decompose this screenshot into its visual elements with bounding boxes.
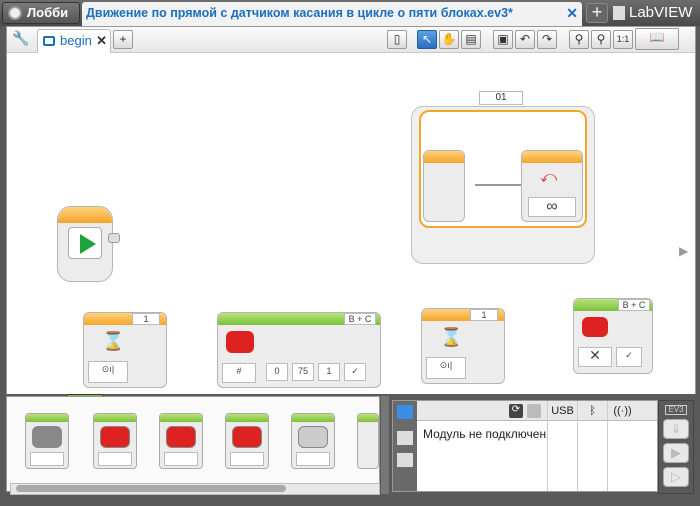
wait-block-2[interactable]: 1 ⌛ ⊙ı| bbox=[421, 308, 505, 384]
tab-begin[interactable]: begin ✕ bbox=[37, 29, 111, 53]
move-steering-block-2[interactable]: B + C ✕ ✓ bbox=[573, 298, 653, 374]
loop-wire bbox=[475, 184, 523, 186]
wait-block-1-mode[interactable]: ⊙ı| bbox=[88, 361, 128, 383]
move-block-1-mode[interactable]: # bbox=[222, 363, 256, 383]
brick-status: Модуль не подключен bbox=[423, 427, 547, 441]
palette-scroll-thumb[interactable] bbox=[16, 485, 286, 492]
palette-move-steering[interactable] bbox=[159, 413, 203, 469]
wait-block-2-port[interactable]: 1 bbox=[470, 309, 498, 321]
lobby-button[interactable]: Лобби bbox=[2, 2, 80, 24]
comment-tool-icon[interactable]: ▤ bbox=[461, 30, 481, 49]
move-block-2-ports[interactable]: B + C bbox=[618, 299, 650, 311]
palette-medium-motor[interactable] bbox=[25, 413, 69, 469]
logo-text: LabVIEW bbox=[629, 4, 693, 21]
play-icon bbox=[80, 234, 96, 254]
wifi-icon: ((·)) bbox=[613, 405, 632, 417]
power-value[interactable]: 75 bbox=[292, 363, 314, 381]
brake-checkbox[interactable]: ✓ bbox=[344, 363, 366, 381]
save-icon[interactable]: ▣ bbox=[493, 30, 513, 49]
bluetooth-column: ᛒ bbox=[577, 401, 607, 491]
tab-begin-label: begin bbox=[60, 33, 92, 48]
palette-move-tank[interactable] bbox=[225, 413, 269, 469]
refresh-icon[interactable]: ⟳ bbox=[509, 404, 523, 418]
connect-icon[interactable] bbox=[527, 404, 541, 418]
block-palette bbox=[6, 396, 380, 492]
wifi-column: ((·)) bbox=[607, 401, 637, 491]
ev3-window: Лобби Движение по прямой с датчиком каса… bbox=[0, 0, 700, 506]
rotations-value[interactable]: 1 bbox=[318, 363, 340, 381]
panel-splitter[interactable] bbox=[381, 396, 389, 494]
brake-checkbox[interactable]: ✓ bbox=[616, 347, 642, 367]
move-block-2-mode[interactable]: ✕ bbox=[578, 347, 612, 367]
start-play-button[interactable] bbox=[68, 227, 102, 259]
loop-interrupt-icon: ⤺ bbox=[540, 169, 558, 186]
undo-icon[interactable]: ↶ bbox=[515, 30, 535, 49]
run-selected-icon[interactable]: ▷ bbox=[663, 467, 689, 487]
hardware-page: ⟳ USB ᛒ ((·)) Модуль не подключен bbox=[392, 400, 658, 492]
scroll-right-icon[interactable]: ▶ bbox=[679, 244, 688, 258]
sequence-plug[interactable] bbox=[108, 233, 120, 243]
content-editor-book-icon[interactable]: 📖 bbox=[635, 28, 679, 50]
loop-mode-selector[interactable]: ∞ bbox=[528, 197, 576, 217]
loop-counter: 01 bbox=[479, 91, 523, 105]
loop-entry-header bbox=[424, 151, 464, 163]
start-block[interactable] bbox=[57, 206, 120, 282]
close-tab-icon[interactable]: ✕ bbox=[96, 30, 107, 52]
program-icon bbox=[43, 36, 55, 46]
program-toolbar: 🔧 begin ✕ + ▯ ↖ ✋ ▤ ▣ ↶ ↷ ⚲ ⚲ 1:1 📖 bbox=[7, 27, 695, 53]
project-title: Движение по прямой с датчиком касания в … bbox=[86, 6, 513, 20]
redo-icon[interactable]: ↷ bbox=[537, 30, 557, 49]
ni-logo-icon bbox=[613, 6, 625, 20]
start-block-header bbox=[58, 207, 112, 223]
motor-icon bbox=[582, 317, 608, 337]
wait-block-1-port[interactable]: 1 bbox=[132, 313, 160, 325]
hourglass-icon: ⌛ bbox=[102, 331, 125, 351]
download-run-icon[interactable]: ▶ bbox=[663, 443, 689, 463]
loop-condition-block[interactable]: ⤺ ∞ bbox=[521, 150, 583, 222]
program-canvas[interactable]: 01 ⤺ ∞ 1 ⌛ ⊙ı| B + C # 0 75 1 ✓ 1 ⌛ ⊙ı| … bbox=[7, 54, 695, 420]
loop-condition-header bbox=[522, 151, 582, 163]
ev3-label: EV3 bbox=[665, 405, 687, 415]
brick-info-icon[interactable] bbox=[397, 405, 413, 419]
zoom-reset-button[interactable]: 1:1 bbox=[613, 30, 633, 49]
content-editor-icon[interactable]: ▯ bbox=[387, 30, 407, 49]
wait-block-1[interactable]: 1 ⌛ ⊙ı| bbox=[83, 312, 167, 388]
labview-logo: LabVIEW bbox=[613, 3, 697, 23]
palette-large-motor[interactable] bbox=[93, 413, 137, 469]
download-icon[interactable]: ⇓ bbox=[663, 419, 689, 439]
close-project-icon[interactable]: ✕ bbox=[566, 2, 578, 24]
wait-block-2-mode[interactable]: ⊙ı| bbox=[426, 357, 466, 379]
move-block-1-ports[interactable]: B + C bbox=[344, 313, 376, 325]
steering-value[interactable]: 0 bbox=[266, 363, 288, 381]
select-tool-icon[interactable]: ↖ bbox=[417, 30, 437, 49]
pan-tool-icon[interactable]: ✋ bbox=[439, 30, 459, 49]
lobby-icon bbox=[8, 6, 22, 20]
wrench-icon[interactable]: 🔧 bbox=[11, 30, 31, 49]
hardware-sidebar bbox=[393, 401, 417, 491]
ev3-controls: EV3 ⇓ ▶ ▷ bbox=[658, 400, 694, 494]
palette-sound[interactable] bbox=[357, 413, 379, 469]
loop-entry-block[interactable] bbox=[423, 150, 465, 222]
usb-label: USB bbox=[551, 405, 574, 417]
add-project-button[interactable]: + bbox=[586, 3, 608, 23]
bluetooth-icon: ᛒ bbox=[589, 405, 596, 417]
project-tab[interactable]: Движение по прямой с датчиком касания в … bbox=[82, 2, 582, 26]
port-view-icon[interactable] bbox=[397, 431, 413, 445]
hourglass-icon: ⌛ bbox=[440, 327, 463, 347]
usb-column: USB bbox=[547, 401, 577, 491]
zoom-out-icon[interactable]: ⚲ bbox=[569, 30, 589, 49]
lobby-label: Лобби bbox=[27, 5, 69, 20]
add-program-button[interactable]: + bbox=[113, 30, 133, 49]
zoom-in-icon[interactable]: ⚲ bbox=[591, 30, 611, 49]
available-bricks-icon[interactable] bbox=[397, 453, 413, 467]
program-area: 🔧 begin ✕ + ▯ ↖ ✋ ▤ ▣ ↶ ↷ ⚲ ⚲ 1:1 📖 01 ⤺… bbox=[6, 26, 696, 420]
move-steering-block-1[interactable]: B + C # 0 75 1 ✓ bbox=[217, 312, 381, 388]
palette-display[interactable] bbox=[291, 413, 335, 469]
motor-icon bbox=[226, 331, 254, 353]
hardware-header: ⟳ USB ᛒ ((·)) bbox=[417, 401, 657, 491]
